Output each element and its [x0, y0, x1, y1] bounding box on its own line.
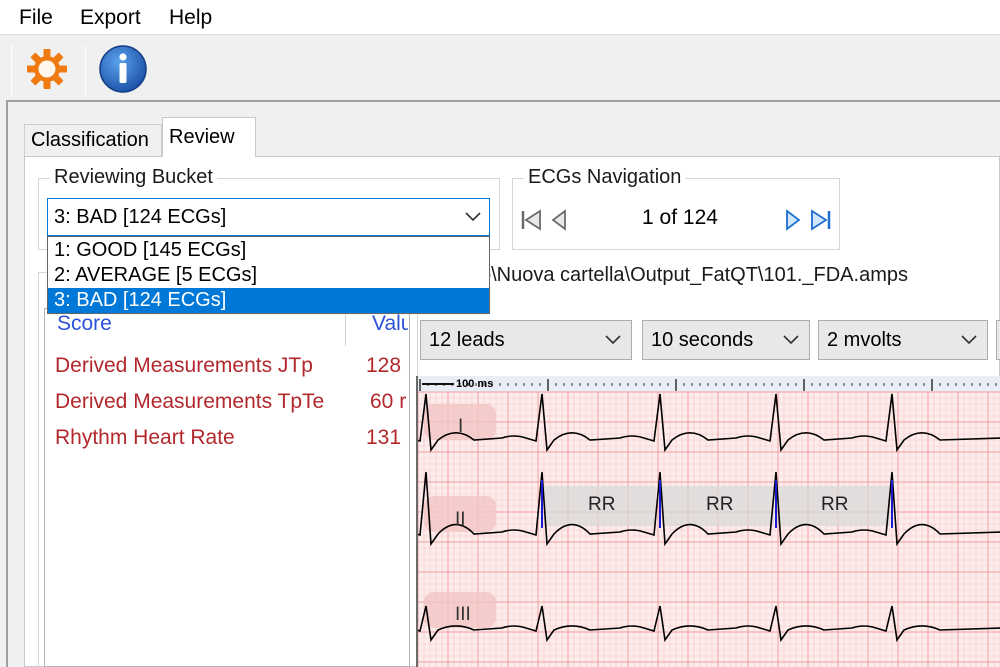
duration-select-value: 10 seconds	[651, 328, 754, 351]
gain-select[interactable]: 2 mvolts	[818, 320, 988, 360]
extra-select[interactable]	[996, 320, 1000, 360]
previous-icon	[551, 209, 566, 231]
rr-interval-label: RR	[821, 494, 849, 515]
next-ecg-button[interactable]	[780, 205, 806, 235]
lead-label-III: III	[455, 604, 471, 625]
bucket-select[interactable]: 3: BAD [124 ECGs]	[47, 198, 490, 236]
time-scale-label: 100 ms	[456, 378, 494, 390]
result-row-value[interactable]: 60 r	[370, 390, 406, 414]
first-ecg-button[interactable]	[518, 205, 544, 235]
time-scale-bar	[418, 376, 1000, 392]
result-row-value[interactable]: 131	[366, 426, 406, 450]
last-ecg-button[interactable]	[808, 205, 834, 235]
file-path-label: p\Nuova cartella\Output_FatQT\101._FDA.a…	[480, 264, 908, 286]
ecg-counter: 1 of 124	[642, 206, 718, 229]
lead-label-II: II	[455, 509, 466, 530]
toolbar	[0, 34, 1000, 100]
bucket-option-good[interactable]: 1: GOOD [145 ECGs]	[48, 238, 489, 263]
chevron-down-icon	[605, 335, 621, 345]
menu-file[interactable]: File	[19, 6, 53, 30]
settings-button[interactable]	[22, 44, 72, 94]
info-button[interactable]	[98, 44, 148, 94]
leads-select[interactable]: 12 leads	[420, 320, 632, 360]
previous-ecg-button[interactable]	[546, 205, 572, 235]
chevron-down-icon	[961, 335, 977, 345]
menu-bar: File Export Help	[0, 0, 1000, 34]
toolbar-separator	[85, 45, 86, 95]
skip-first-icon	[521, 209, 541, 231]
column-header-value[interactable]: Valu	[372, 312, 408, 336]
rr-interval-label: RR	[588, 494, 616, 515]
result-row-label[interactable]: Derived Measurements TpTe	[55, 390, 324, 414]
bucket-option-average[interactable]: 2: AVERAGE [5 ECGs]	[48, 263, 489, 288]
gear-icon	[27, 49, 67, 89]
leads-select-value: 12 leads	[429, 328, 505, 351]
bucket-select-value: 3: BAD [124 ECGs]	[54, 205, 227, 228]
ecg-viewer[interactable]: I II III RR RR RR 100 ms	[416, 376, 1000, 667]
ecg-trace-canvas[interactable]	[418, 376, 1000, 667]
tab-classification[interactable]: Classification	[24, 124, 162, 156]
result-row-value[interactable]: 128	[366, 354, 406, 378]
info-icon	[99, 45, 147, 93]
bucket-dropdown-list[interactable]: 1: GOOD [145 ECGs] 2: AVERAGE [5 ECGs] 3…	[47, 236, 490, 314]
rr-interval-label: RR	[706, 494, 734, 515]
duration-select[interactable]: 10 seconds	[642, 320, 810, 360]
menu-export[interactable]: Export	[80, 6, 141, 30]
result-row-label[interactable]: Derived Measurements JTp	[55, 354, 313, 378]
tab-review[interactable]: Review	[162, 117, 256, 157]
reviewing-bucket-title: Reviewing Bucket	[50, 166, 217, 189]
chevron-down-icon	[465, 212, 481, 222]
result-row-label[interactable]: Rhythm Heart Rate	[55, 426, 235, 450]
bucket-option-bad[interactable]: 3: BAD [124 ECGs]	[48, 288, 489, 313]
toolbar-separator	[11, 45, 12, 95]
skip-last-icon	[811, 209, 831, 231]
column-divider[interactable]	[345, 310, 346, 346]
gain-select-value: 2 mvolts	[827, 328, 902, 351]
chevron-down-icon	[783, 335, 799, 345]
column-header-score[interactable]: Score	[57, 312, 112, 336]
next-icon	[786, 209, 801, 231]
lead-label-I: I	[458, 416, 464, 437]
menu-help[interactable]: Help	[169, 6, 212, 30]
ecg-navigation-title: ECGs Navigation	[524, 166, 686, 189]
